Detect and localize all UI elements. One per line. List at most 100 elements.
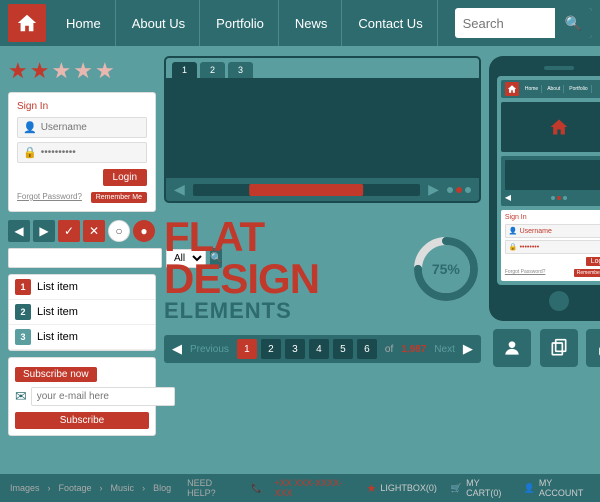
phone-content-home-icon [549,117,569,137]
phone-nav: Home About Portfolio [501,80,600,98]
list-item[interactable]: 2 List item [9,300,155,325]
next-btn[interactable]: ▶ [33,220,55,242]
nav-news[interactable]: News [281,0,343,46]
page-prev-label[interactable]: Previous [190,344,229,355]
footer-link-images[interactable]: Images [10,483,40,493]
lightbox-star-icon: ★ [366,482,376,495]
search-button[interactable]: 🔍 [555,8,592,38]
copy-icon [549,338,569,358]
radio-filled-btn[interactable]: ● [133,220,155,242]
browser-back[interactable]: ◀ [174,181,185,198]
phone-browser-content [505,160,600,190]
list-item[interactable]: 1 List item [9,275,155,300]
page-3[interactable]: 3 [285,339,305,359]
page-next-label[interactable]: Next [434,344,455,355]
footer-link-blog[interactable]: Blog [153,483,171,493]
page-of-text: of [385,344,393,355]
list-item-label-2: List item [37,306,78,318]
page-5[interactable]: 5 [333,339,353,359]
page-1[interactable]: 1 [237,339,257,359]
list-item[interactable]: 3 List item [9,325,155,350]
prev-btn[interactable]: ◀ [8,220,30,242]
username-input[interactable] [41,122,121,133]
nav-home[interactable]: Home [52,0,116,46]
page-next-arrow[interactable]: ▶ [463,341,473,357]
star-rating: ★ ★ ★ ★ ★ [8,56,156,86]
search-bar: 🔍 [455,8,592,38]
subscribe-email-input[interactable] [31,387,175,406]
user-icon-box[interactable] [493,329,531,367]
navbar: Home About Us Portfolio News Contact Us … [0,0,600,46]
footer-lightbox[interactable]: ★ LIGHTBOX(0) [366,482,436,495]
login-links: Forgot Password? Remember Me [17,192,147,203]
cross-btn[interactable]: ✕ [83,220,105,242]
subscribe-button[interactable]: Subscribe [15,412,149,429]
nav-controls: ◀ ▶ ✓ ✕ ○ ● [8,220,156,242]
page-4[interactable]: 4 [309,339,329,359]
phone-sign-in: Sign In [505,214,600,221]
search-input[interactable] [455,12,555,35]
donut-label: 75% [432,261,460,277]
page-2[interactable]: 2 [261,339,281,359]
footer-link-music[interactable]: Music [111,483,135,493]
lock-icon-box[interactable] [586,329,600,367]
radio-empty-btn[interactable]: ○ [108,220,130,242]
star-3[interactable]: ★ [51,58,71,84]
footer: Images › Footage › Music › Blog NEED HEL… [0,474,600,502]
phone-login-links: Forgot Password? Remember Me [505,269,600,277]
phone-nav-portfolio[interactable]: Portfolio [566,85,591,93]
footer-cart-label: MY CART(0) [466,478,510,498]
phone-nav-logo [505,82,519,96]
subscribe-box: Subscribe now ✉ Subscribe [8,357,156,436]
phone-login-button[interactable]: Login [586,257,600,266]
nav-contact[interactable]: Contact Us [344,0,437,46]
page-prev-arrow[interactable]: ◀ [172,341,182,357]
star-1[interactable]: ★ [8,58,28,84]
phone-login-box: Sign In 👤 Username 🔒 •••••••• Login Forg… [501,210,600,281]
footer-right: ★ LIGHTBOX(0) 🛒 MY CART(0) 👤 MY ACCOUNT [366,478,590,498]
password-input[interactable] [41,147,121,158]
browser-forward[interactable]: ▶ [428,181,439,198]
browser-tab-1[interactable]: 1 [172,62,197,78]
footer-link-footage[interactable]: Footage [59,483,92,493]
phone-username-text: Username [520,228,552,235]
footer-cart[interactable]: 🛒 MY CART(0) [451,478,510,498]
dot-1 [447,187,453,193]
nav-portfolio[interactable]: Portfolio [202,0,279,46]
center-column: 1 2 3 ◀ ▶ FLAT DESIGN [164,56,481,464]
forgot-password-link[interactable]: Forgot Password? [17,192,82,203]
padlock-icon [595,338,600,358]
browser-content [166,78,479,178]
star-4[interactable]: ★ [73,58,93,84]
copy-icon-box[interactable] [540,329,578,367]
footer-need-help: NEED HELP? [187,478,239,498]
dot-3 [465,187,471,193]
filter-bar: All 🔍 [8,248,156,268]
list-num-2: 2 [15,304,31,320]
phone-forgot-link[interactable]: Forgot Password? [505,269,546,277]
browser-tab-3[interactable]: 3 [228,62,253,78]
filter-input[interactable] [8,248,162,268]
login-box: Sign In 👤 🔒 Login Forgot Password? Remem… [8,92,156,212]
login-button[interactable]: Login [103,169,147,186]
browser-dots [447,187,471,193]
browser-tab-2[interactable]: 2 [200,62,225,78]
nav-about[interactable]: About Us [118,0,200,46]
phone-screen: Home About Portfolio ◀ [497,76,600,285]
phone-nav-about[interactable]: About [544,85,564,93]
star-2[interactable]: ★ [30,58,50,84]
list-num-3: 3 [15,329,31,345]
sign-in-label: Sign In [17,101,147,112]
phone-username-field: 👤 Username [505,224,600,238]
phone-browser-arrow-l[interactable]: ◀ [505,193,511,202]
flat-design-text: FLAT DESIGN ELEMENTS [164,216,401,322]
footer-account[interactable]: 👤 MY ACCOUNT [524,478,590,498]
page-6[interactable]: 6 [357,339,377,359]
phone-nav-home[interactable]: Home [522,85,542,93]
phone-home-button[interactable] [549,291,569,311]
phone-remember-me: Remember Me [574,269,600,277]
nav-logo[interactable] [8,4,46,42]
check-btn[interactable]: ✓ [58,220,80,242]
home-icon [16,12,38,34]
star-5[interactable]: ★ [95,58,115,84]
